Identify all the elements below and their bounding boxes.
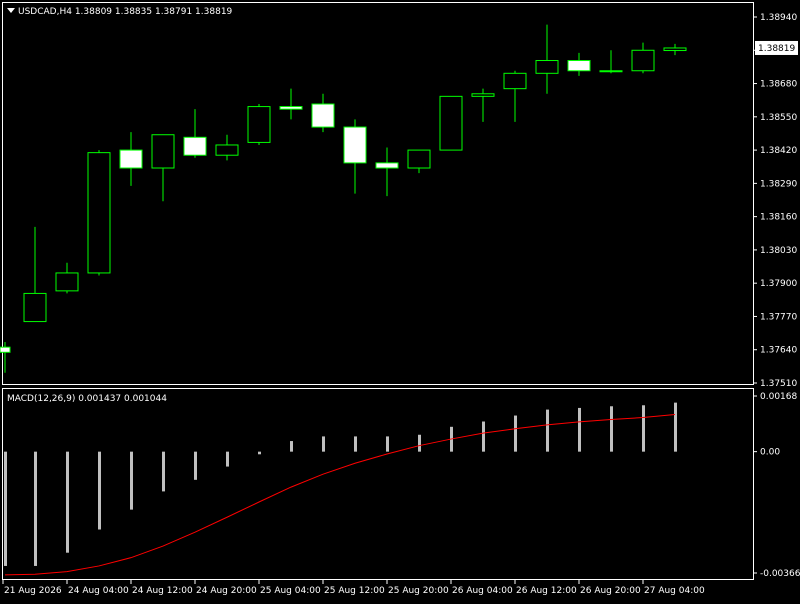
macd-bar (578, 407, 581, 452)
macd-bar (4, 451, 7, 566)
price-tick-label: 1.37640 (760, 346, 797, 356)
price-tick-label: 1.37510 (760, 379, 797, 389)
macd-bar (354, 436, 357, 452)
price-tick-label: 1.38940 (760, 13, 797, 23)
price-tick-label: 1.38160 (760, 213, 797, 223)
candle-body (471, 93, 495, 97)
candle-body (311, 103, 335, 128)
macd-bar (290, 441, 293, 452)
macd-bar (482, 421, 485, 452)
price-tick-label: 1.38290 (760, 179, 797, 189)
candle-body (215, 144, 239, 156)
current-price-label: 1.38819 (758, 44, 795, 54)
macd-bar (418, 434, 421, 452)
current-price-tag: 1.38819 (755, 40, 798, 55)
candle-body (183, 136, 207, 156)
time-tick-label: 25 Aug 12:00 (324, 586, 385, 596)
price-pane-title: USDCAD,H4 1.38809 1.38835 1.38791 1.3881… (18, 7, 233, 17)
time-tick-label: 27 Aug 04:00 (644, 586, 705, 596)
macd-tick-label: 0.00168 (760, 392, 797, 402)
macd-pane-title: MACD(12,26,9) 0.001437 0.001044 (7, 394, 167, 404)
macd-bar (258, 451, 261, 455)
price-tick-label: 1.38030 (760, 246, 797, 256)
candle-body (439, 95, 463, 151)
macd-bar (514, 415, 517, 452)
price-tick-label: 1.38550 (760, 113, 797, 123)
candle-body (151, 134, 175, 169)
candle-body (247, 106, 271, 143)
macd-bar (546, 409, 549, 452)
macd-bar (130, 451, 133, 510)
candle-body (279, 106, 303, 110)
time-tick-label: 26 Aug 04:00 (452, 586, 513, 596)
macd-bar (34, 451, 37, 566)
candle-body (535, 60, 559, 74)
price-tick-label: 1.38420 (760, 146, 797, 156)
candle-body (0, 346, 11, 353)
chart-canvas[interactable]: USDCAD,H4 1.38809 1.38835 1.38791 1.3881… (0, 0, 800, 600)
time-tick-label: 25 Aug 20:00 (388, 586, 449, 596)
candle-body (343, 126, 367, 164)
price-tick-label: 1.37900 (760, 279, 797, 289)
candle-body (631, 49, 655, 72)
time-tick-label: 24 Aug 20:00 (196, 586, 257, 596)
candle-body (23, 292, 47, 323)
time-tick-label: 24 Aug 12:00 (132, 586, 193, 596)
time-tick-label: 25 Aug 04:00 (260, 586, 321, 596)
time-tick-label: 26 Aug 20:00 (580, 586, 641, 596)
candle-body (503, 72, 527, 90)
macd-bar (610, 406, 613, 452)
time-tick-label: 26 Aug 12:00 (516, 586, 577, 596)
macd-bar (98, 451, 101, 530)
candle-body (567, 60, 591, 72)
macd-bar (674, 402, 677, 452)
macd-bar (162, 451, 165, 492)
macd-bar (642, 405, 645, 452)
price-tick-label: 1.38680 (760, 80, 797, 90)
candle-body (119, 149, 143, 169)
macd-tick-label: -0.003663 (760, 569, 800, 579)
price-tick-label: 1.37770 (760, 312, 797, 322)
candle-body (407, 149, 431, 169)
macd-bar (386, 436, 389, 452)
macd-bar (66, 451, 69, 553)
candle-body (663, 47, 687, 52)
macd-bar (322, 436, 325, 452)
candle-body (55, 272, 79, 292)
candle-body (375, 162, 399, 169)
chart-background (0, 0, 800, 600)
macd-bar (226, 451, 229, 467)
trading-chart[interactable]: USDCAD,H4 1.38809 1.38835 1.38791 1.3881… (0, 0, 800, 600)
time-tick-label: 24 Aug 04:00 (68, 586, 129, 596)
candle-body (87, 152, 111, 274)
macd-tick-label: 0.00 (760, 448, 780, 458)
candle-body (599, 70, 623, 73)
time-tick-label: 21 Aug 2026 (4, 586, 62, 596)
macd-bar (194, 451, 197, 480)
